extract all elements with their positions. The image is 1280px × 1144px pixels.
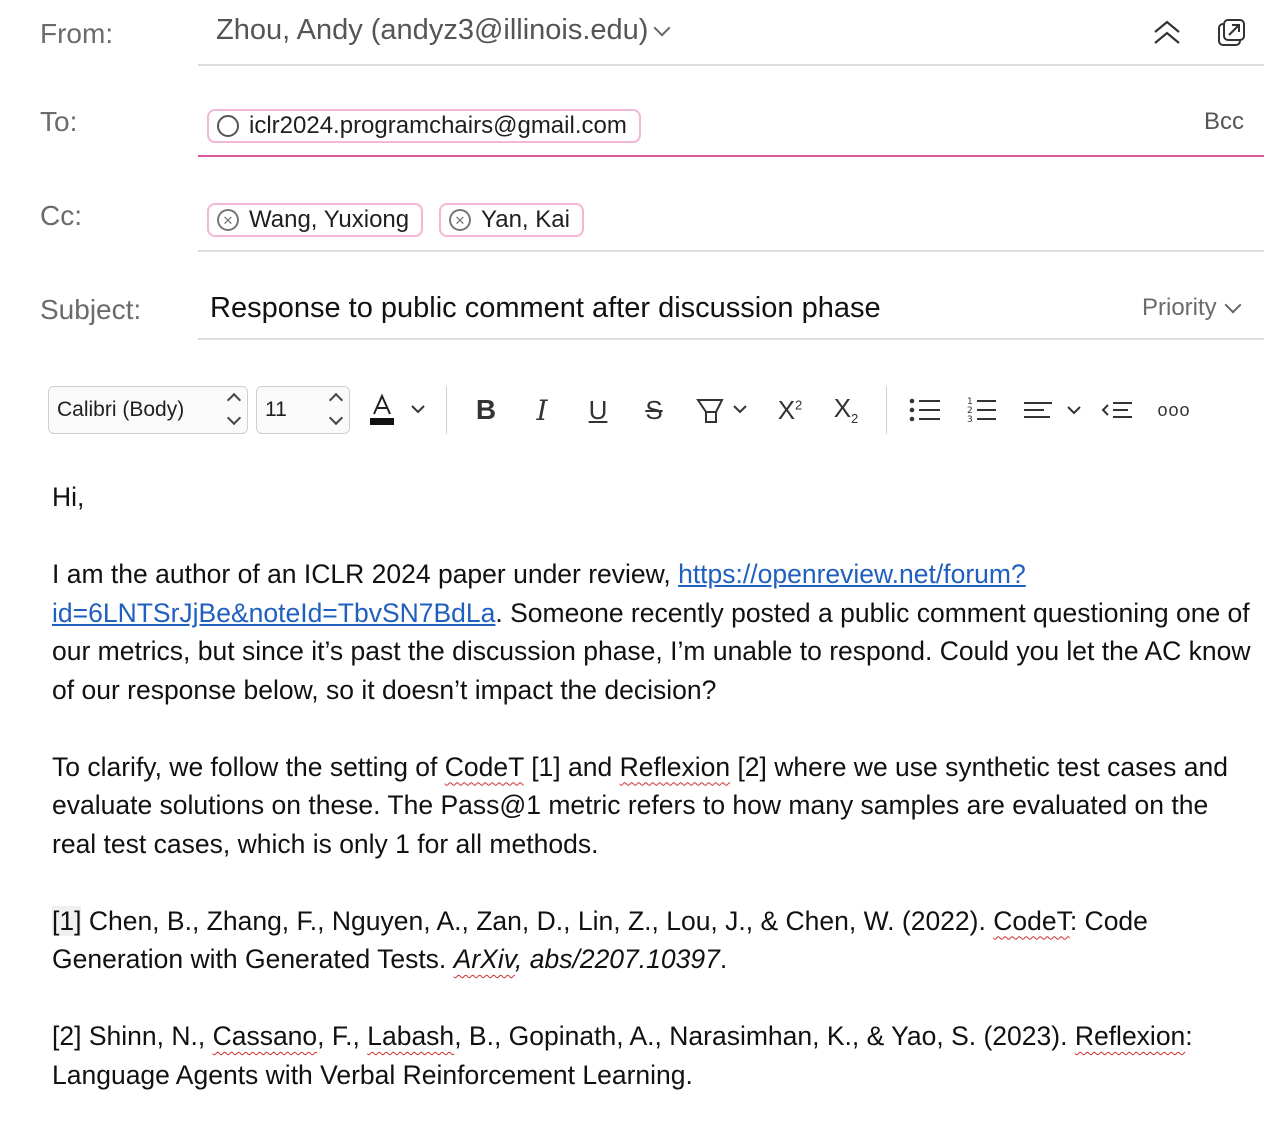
pop-out-icon: [1218, 19, 1245, 46]
italic-button[interactable]: I: [528, 392, 556, 428]
font-size-value: 11: [265, 398, 287, 421]
toolbar-separator: [886, 386, 887, 434]
font-family-value: Calibri (Body): [57, 398, 185, 421]
greeting-line: Hi,: [52, 482, 85, 512]
align-button[interactable]: [1020, 392, 1084, 428]
cc-recipient-name: Yan, Kai: [481, 206, 570, 233]
from-divider: [198, 64, 1264, 66]
bold-icon: B: [475, 394, 497, 425]
from-account-select[interactable]: Zhou, Andy (andyz3@illinois.edu): [216, 14, 671, 47]
font-color-button[interactable]: [366, 392, 430, 428]
message-body-editor[interactable]: Hi, I am the author of an ICLR 2024 pape…: [52, 478, 1252, 1094]
body-paragraph: I am the author of an ICLR 2024 paper un…: [52, 559, 1251, 705]
to-label: To:: [40, 106, 78, 137]
to-recipient-name: iclr2024.programchairs@gmail.com: [249, 112, 627, 139]
align-left-icon: [1024, 402, 1081, 418]
cc-divider: [198, 250, 1264, 252]
more-options-button[interactable]: ooo: [1154, 392, 1194, 428]
subject-divider: [198, 338, 1264, 340]
subject-input[interactable]: Response to public comment after discuss…: [210, 292, 881, 325]
recipient-status-icon: [217, 115, 239, 137]
more-options-icon: ooo: [1157, 399, 1191, 420]
cc-recipient-name: Wang, Yuxiong: [249, 206, 410, 233]
underline-icon: U: [588, 394, 608, 425]
cc-recipient-pill[interactable]: ✕ Yan, Kai: [439, 203, 584, 237]
bold-button[interactable]: B: [472, 392, 500, 428]
superscript-button[interactable]: X2: [774, 392, 806, 428]
collapse-header-button[interactable]: [1150, 18, 1184, 48]
strikethrough-button[interactable]: S: [640, 392, 668, 428]
subscript-button[interactable]: X2: [830, 392, 862, 428]
remove-recipient-icon[interactable]: ✕: [449, 209, 471, 231]
pop-out-button[interactable]: [1216, 18, 1246, 48]
subscript-icon: X2: [833, 393, 859, 427]
subject-label: Subject:: [40, 294, 142, 325]
font-size-select[interactable]: 11: [256, 386, 350, 434]
cc-recipient-pill[interactable]: ✕ Wang, Yuxiong: [207, 203, 424, 237]
bcc-button[interactable]: Bcc: [1204, 108, 1244, 136]
body-paragraph: To clarify, we follow the setting of Cod…: [52, 751, 1228, 859]
bulleted-list-button[interactable]: [908, 392, 942, 428]
outdent-icon: [1101, 402, 1132, 418]
numbered-list-button[interactable]: 1 2 3: [966, 392, 998, 428]
highlight-button[interactable]: [694, 392, 756, 428]
font-color-icon: [370, 393, 425, 425]
numbered-list-icon: 1 2 3: [967, 397, 996, 425]
to-divider: [198, 155, 1264, 157]
strikethrough-icon: S: [645, 394, 663, 425]
to-recipient-pill[interactable]: iclr2024.programchairs@gmail.com: [207, 109, 641, 143]
svg-text:3: 3: [967, 415, 973, 425]
chevron-down-icon: [1224, 296, 1242, 314]
toolbar-separator: [446, 386, 447, 434]
highlighter-icon: [696, 399, 747, 423]
from-label: From:: [40, 18, 114, 49]
superscript-icon: X2: [777, 394, 803, 425]
underline-button[interactable]: U: [584, 392, 612, 428]
stepper-arrows-icon: [328, 392, 344, 426]
double-chevron-up-icon: [1154, 20, 1180, 44]
italic-icon: I: [536, 393, 548, 427]
decrease-indent-button[interactable]: [1100, 392, 1136, 428]
reference-item: [1] Chen, B., Zhang, F., Nguyen, A., Zan…: [52, 905, 1148, 974]
priority-dropdown[interactable]: Priority: [1142, 294, 1242, 322]
chevron-down-icon: [653, 19, 671, 36]
stepper-arrows-icon: [226, 392, 242, 426]
priority-label: Priority: [1142, 294, 1217, 321]
bulleted-list-icon: [909, 398, 940, 422]
remove-recipient-icon[interactable]: ✕: [217, 209, 239, 231]
cc-label: Cc:: [40, 200, 82, 231]
reference-item: [2] Shinn, N., Cassano, F., Labash, B., …: [52, 1021, 1193, 1090]
from-value-text: Zhou, Andy (andyz3@illinois.edu): [216, 14, 649, 46]
font-family-select[interactable]: Calibri (Body): [48, 386, 248, 434]
